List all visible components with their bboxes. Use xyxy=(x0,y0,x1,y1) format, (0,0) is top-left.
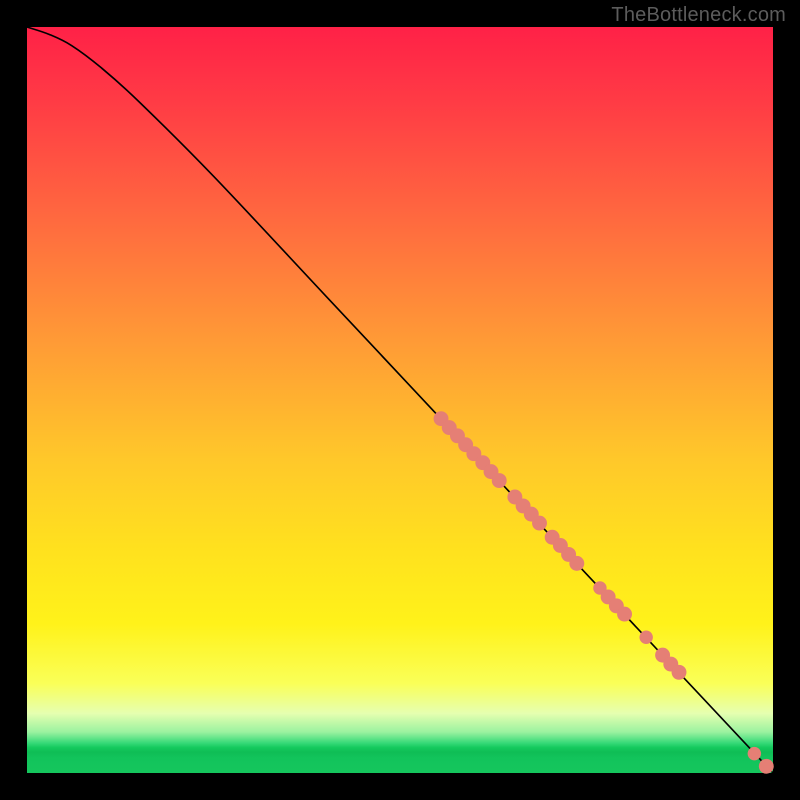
plot-area xyxy=(27,27,773,773)
data-dot xyxy=(617,607,632,622)
curve-layer xyxy=(27,27,773,773)
data-dot xyxy=(639,631,652,644)
data-dot xyxy=(492,473,507,488)
chart-frame: TheBottleneck.com xyxy=(0,0,800,800)
data-dot xyxy=(748,747,761,760)
data-dot xyxy=(532,516,547,531)
data-dot xyxy=(672,665,687,680)
attribution-text: TheBottleneck.com xyxy=(611,4,786,27)
data-dot xyxy=(569,556,584,571)
data-dot xyxy=(759,759,774,774)
